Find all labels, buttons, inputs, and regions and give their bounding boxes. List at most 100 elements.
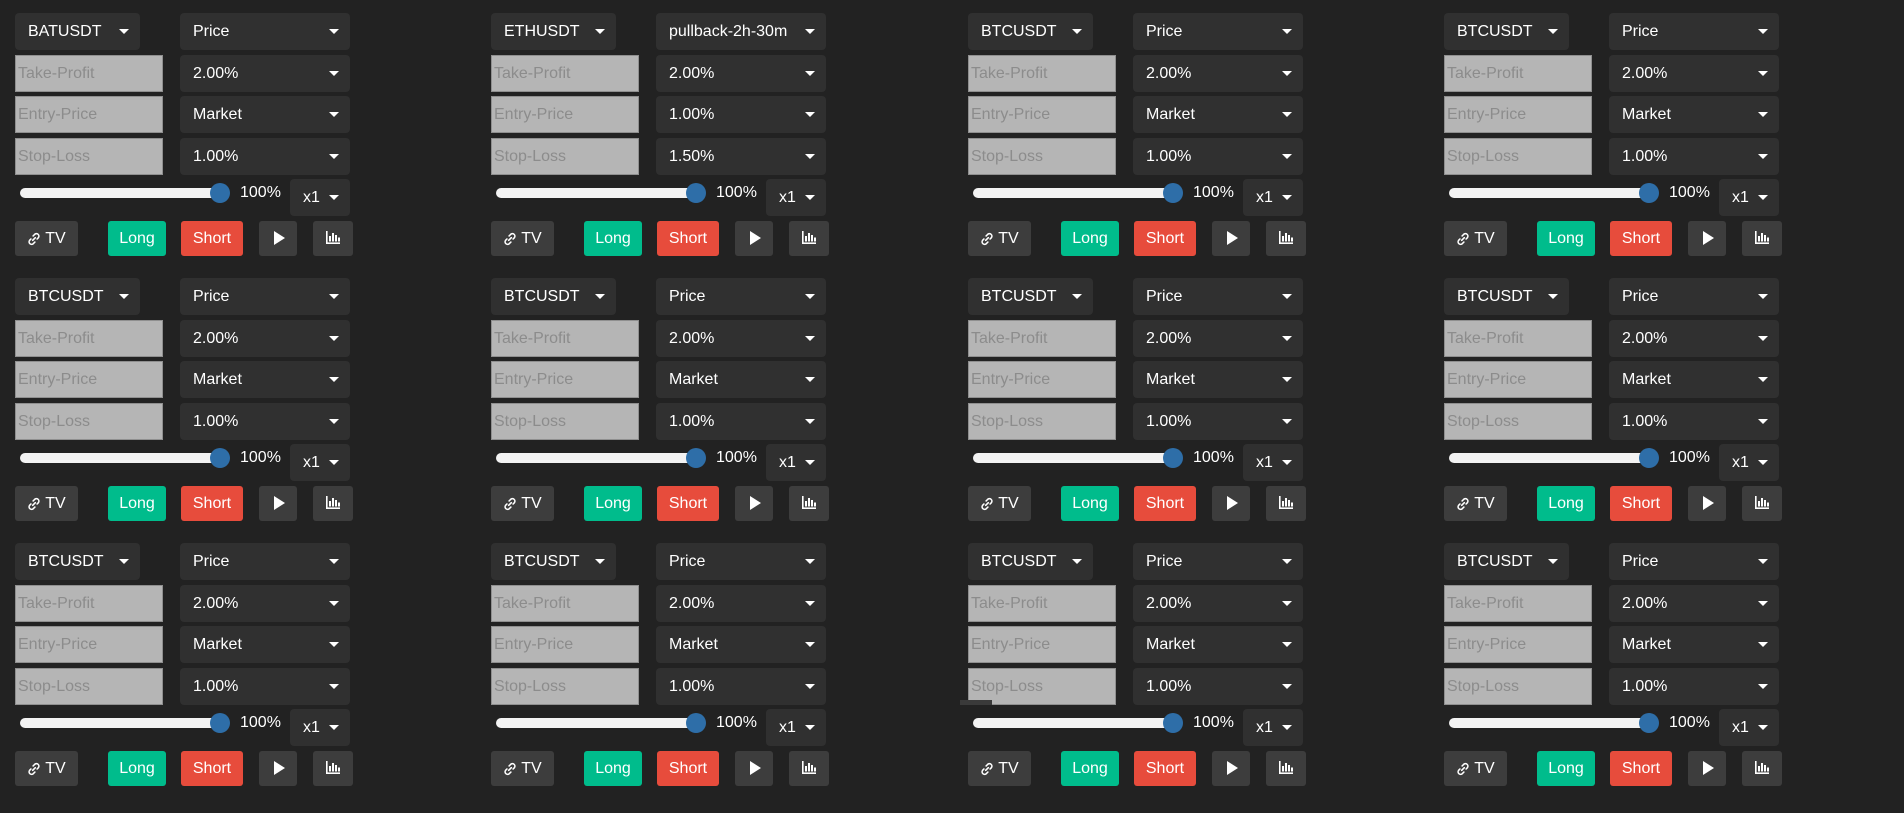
size-slider-track[interactable] bbox=[1449, 453, 1650, 463]
stop-loss-select[interactable]: 1.00% bbox=[180, 403, 350, 440]
long-button[interactable]: Long bbox=[1061, 751, 1119, 786]
stop-loss-input[interactable] bbox=[1444, 668, 1592, 705]
entry-price-select[interactable]: 1.00% bbox=[656, 96, 826, 133]
entry-price-select[interactable]: Market bbox=[1609, 361, 1779, 398]
stop-loss-input[interactable] bbox=[491, 668, 639, 705]
entry-price-select[interactable]: Market bbox=[656, 361, 826, 398]
short-button[interactable]: Short bbox=[657, 486, 719, 521]
short-button[interactable]: Short bbox=[1134, 486, 1196, 521]
tradingview-link-button[interactable]: TV bbox=[15, 221, 78, 256]
size-slider-track[interactable] bbox=[1449, 188, 1650, 198]
leverage-select[interactable]: x1 bbox=[290, 179, 350, 216]
long-button[interactable]: Long bbox=[1537, 751, 1595, 786]
leverage-select[interactable]: x1 bbox=[766, 179, 826, 216]
entry-price-input[interactable] bbox=[491, 361, 639, 398]
symbol-select[interactable]: BTCUSDT bbox=[1444, 13, 1569, 50]
size-slider-thumb[interactable] bbox=[1639, 183, 1659, 203]
short-button[interactable]: Short bbox=[181, 221, 243, 256]
take-profit-select[interactable]: 2.00% bbox=[180, 55, 350, 92]
run-button[interactable] bbox=[1688, 486, 1726, 521]
stop-loss-select[interactable]: 1.00% bbox=[1609, 138, 1779, 175]
symbol-select[interactable]: ETHUSDT bbox=[491, 13, 616, 50]
size-slider-track[interactable] bbox=[20, 188, 221, 198]
leverage-select[interactable]: x1 bbox=[1719, 709, 1779, 746]
resize-handle[interactable] bbox=[960, 700, 992, 705]
stop-loss-select[interactable]: 1.50% bbox=[656, 138, 826, 175]
strategy-select[interactable]: Price bbox=[180, 13, 350, 50]
chart-button[interactable] bbox=[1266, 221, 1306, 256]
entry-price-select[interactable]: Market bbox=[180, 626, 350, 663]
chart-button[interactable] bbox=[789, 221, 829, 256]
leverage-select[interactable]: x1 bbox=[290, 444, 350, 481]
strategy-select[interactable]: Price bbox=[1133, 543, 1303, 580]
take-profit-input[interactable] bbox=[1444, 585, 1592, 622]
take-profit-select[interactable]: 2.00% bbox=[180, 320, 350, 357]
entry-price-input[interactable] bbox=[1444, 96, 1592, 133]
short-button[interactable]: Short bbox=[1610, 751, 1672, 786]
leverage-select[interactable]: x1 bbox=[1719, 444, 1779, 481]
chart-button[interactable] bbox=[1742, 751, 1782, 786]
tradingview-link-button[interactable]: TV bbox=[491, 221, 554, 256]
run-button[interactable] bbox=[259, 486, 297, 521]
strategy-select[interactable]: Price bbox=[1133, 278, 1303, 315]
entry-price-select[interactable]: Market bbox=[1609, 626, 1779, 663]
size-slider-track[interactable] bbox=[496, 188, 697, 198]
tradingview-link-button[interactable]: TV bbox=[15, 486, 78, 521]
chart-button[interactable] bbox=[789, 486, 829, 521]
strategy-select[interactable]: Price bbox=[1133, 13, 1303, 50]
size-slider-track[interactable] bbox=[1449, 718, 1650, 728]
long-button[interactable]: Long bbox=[1061, 486, 1119, 521]
size-slider-thumb[interactable] bbox=[210, 448, 230, 468]
take-profit-input[interactable] bbox=[1444, 55, 1592, 92]
tradingview-link-button[interactable]: TV bbox=[15, 751, 78, 786]
chart-button[interactable] bbox=[1266, 751, 1306, 786]
take-profit-select[interactable]: 2.00% bbox=[656, 585, 826, 622]
short-button[interactable]: Short bbox=[181, 751, 243, 786]
stop-loss-select[interactable]: 1.00% bbox=[1609, 668, 1779, 705]
take-profit-input[interactable] bbox=[15, 320, 163, 357]
tradingview-link-button[interactable]: TV bbox=[1444, 486, 1507, 521]
strategy-select[interactable]: Price bbox=[1609, 278, 1779, 315]
short-button[interactable]: Short bbox=[1134, 221, 1196, 256]
size-slider-thumb[interactable] bbox=[1163, 183, 1183, 203]
chart-button[interactable] bbox=[313, 221, 353, 256]
run-button[interactable] bbox=[259, 221, 297, 256]
long-button[interactable]: Long bbox=[108, 751, 166, 786]
leverage-select[interactable]: x1 bbox=[766, 709, 826, 746]
take-profit-input[interactable] bbox=[968, 320, 1116, 357]
entry-price-input[interactable] bbox=[1444, 626, 1592, 663]
size-slider-track[interactable] bbox=[973, 188, 1174, 198]
size-slider-track[interactable] bbox=[496, 718, 697, 728]
short-button[interactable]: Short bbox=[657, 751, 719, 786]
take-profit-select[interactable]: 2.00% bbox=[180, 585, 350, 622]
stop-loss-select[interactable]: 1.00% bbox=[1133, 668, 1303, 705]
tradingview-link-button[interactable]: TV bbox=[491, 751, 554, 786]
stop-loss-select[interactable]: 1.00% bbox=[1609, 403, 1779, 440]
entry-price-input[interactable] bbox=[491, 626, 639, 663]
long-button[interactable]: Long bbox=[108, 221, 166, 256]
short-button[interactable]: Short bbox=[181, 486, 243, 521]
leverage-select[interactable]: x1 bbox=[1243, 179, 1303, 216]
short-button[interactable]: Short bbox=[657, 221, 719, 256]
leverage-select[interactable]: x1 bbox=[766, 444, 826, 481]
stop-loss-select[interactable]: 1.00% bbox=[656, 668, 826, 705]
short-button[interactable]: Short bbox=[1134, 751, 1196, 786]
short-button[interactable]: Short bbox=[1610, 486, 1672, 521]
size-slider-thumb[interactable] bbox=[686, 183, 706, 203]
size-slider-track[interactable] bbox=[20, 718, 221, 728]
size-slider-thumb[interactable] bbox=[1163, 713, 1183, 733]
size-slider-thumb[interactable] bbox=[686, 713, 706, 733]
entry-price-select[interactable]: Market bbox=[1133, 626, 1303, 663]
strategy-select[interactable]: Price bbox=[656, 543, 826, 580]
leverage-select[interactable]: x1 bbox=[1719, 179, 1779, 216]
entry-price-select[interactable]: Market bbox=[180, 96, 350, 133]
entry-price-select[interactable]: Market bbox=[1133, 96, 1303, 133]
symbol-select[interactable]: BTCUSDT bbox=[968, 278, 1093, 315]
leverage-select[interactable]: x1 bbox=[290, 709, 350, 746]
take-profit-select[interactable]: 2.00% bbox=[1609, 55, 1779, 92]
tradingview-link-button[interactable]: TV bbox=[968, 751, 1031, 786]
run-button[interactable] bbox=[1688, 221, 1726, 256]
take-profit-input[interactable] bbox=[1444, 320, 1592, 357]
entry-price-select[interactable]: Market bbox=[656, 626, 826, 663]
strategy-select[interactable]: pullback-2h-30m bbox=[656, 13, 826, 50]
